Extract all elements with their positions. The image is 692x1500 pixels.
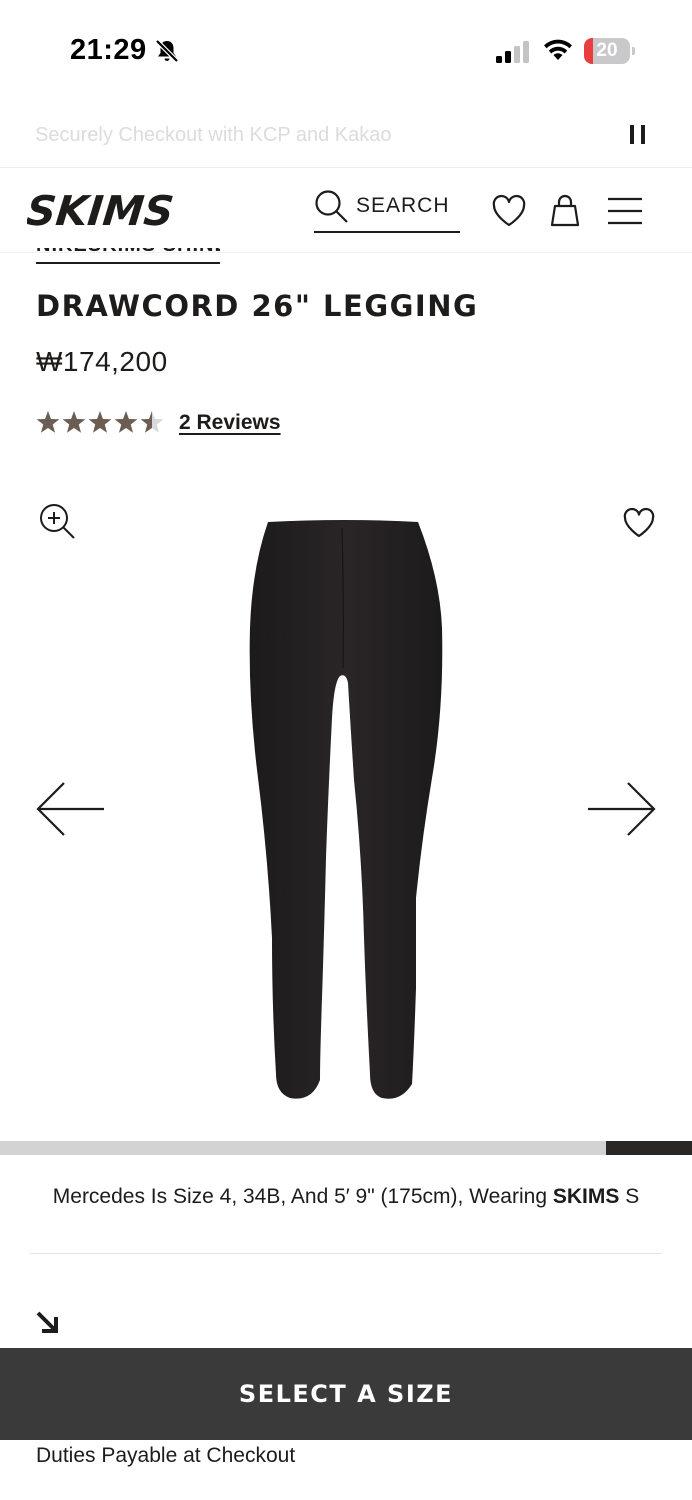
arrow-left-icon[interactable] (34, 778, 106, 840)
arrow-right-icon[interactable] (586, 778, 658, 840)
model-size-info: Mercedes Is Size 4, 34B, And 5′ 9" (175c… (30, 1182, 662, 1211)
search-label: SEARCH (356, 194, 450, 217)
star-icon (140, 411, 164, 433)
product-price: ₩174,200 (36, 346, 168, 377)
star-icon (36, 411, 60, 433)
cellular-signal-icon (496, 41, 529, 63)
model-info-brand: SKIMS (552, 1185, 620, 1208)
gallery-progress-fill (605, 1141, 692, 1155)
search-icon (315, 190, 348, 223)
model-info-text: Mercedes Is Size 4, 34B, And 5′ 9" (175c… (52, 1185, 553, 1208)
product-image-legging[interactable] (246, 518, 446, 1102)
battery-percent: 20 (596, 40, 618, 61)
model-info-size: S (625, 1185, 640, 1208)
heart-icon[interactable] (622, 507, 656, 539)
reviews-link[interactable]: 2 Reviews (179, 411, 281, 435)
announcement-bar: Securely Checkout with KCP and Kakao (0, 104, 692, 168)
battery-icon: 20 (584, 38, 636, 64)
gallery-progress-bar (0, 1141, 692, 1155)
divider (30, 1253, 662, 1254)
collection-underline (36, 262, 220, 264)
star-icon (114, 411, 138, 433)
star-icon (62, 411, 86, 433)
star-rating (36, 411, 164, 433)
heart-icon[interactable] (491, 194, 527, 228)
search-button[interactable]: SEARCH (314, 185, 460, 233)
select-size-label: SELECT A SIZE (238, 1380, 454, 1408)
shopping-bag-icon[interactable] (547, 192, 583, 228)
bell-off-icon (155, 39, 179, 63)
star-icon (88, 411, 112, 433)
collection-label: NIKESKIMS SHINE (36, 248, 220, 257)
status-bar: 21:29 20 (0, 0, 692, 100)
hamburger-menu-icon[interactable] (607, 196, 643, 226)
skims-logo[interactable]: SKIMS (27, 188, 201, 232)
announcement-text: Securely Checkout with KCP and Kakao (35, 124, 392, 146)
select-size-button[interactable]: SELECT A SIZE (0, 1348, 692, 1440)
pause-icon[interactable] (626, 122, 650, 148)
duties-notice: Duties Payable at Checkout (36, 1444, 296, 1467)
wifi-icon (544, 39, 572, 60)
svg-text:SKIMS: SKIMS (27, 188, 176, 232)
status-time: 21:29 (70, 34, 147, 66)
zoom-in-icon[interactable] (38, 502, 76, 540)
product-title: DRAWCORD 26" LEGGING (36, 289, 479, 323)
arrow-down-right-icon[interactable] (34, 1309, 60, 1335)
